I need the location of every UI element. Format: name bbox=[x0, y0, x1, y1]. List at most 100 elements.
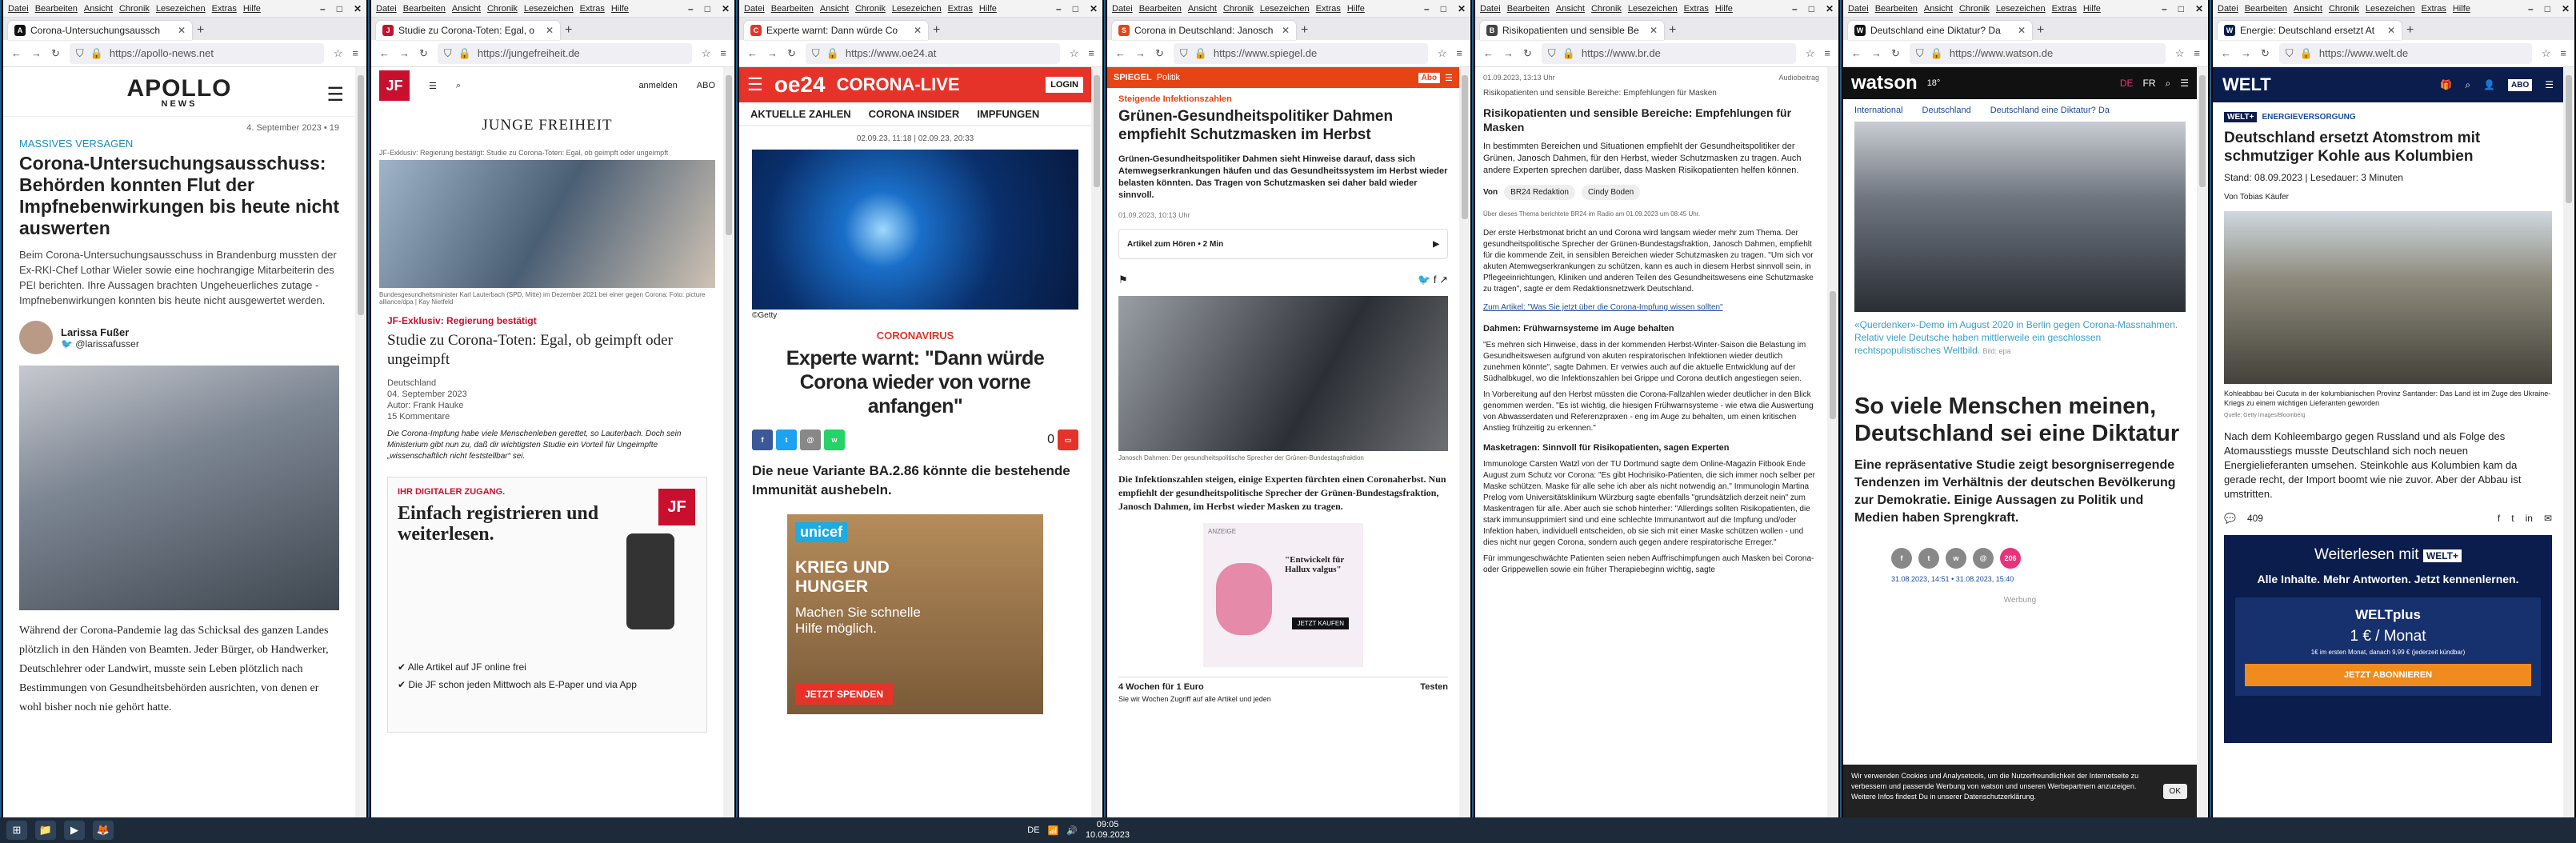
login-link[interactable]: anmelden bbox=[638, 81, 677, 90]
close-tab-icon[interactable]: ✕ bbox=[1282, 25, 1290, 36]
back-icon[interactable]: ← bbox=[747, 47, 758, 59]
minimize-icon[interactable]: – bbox=[2162, 3, 2167, 14]
scrollbar[interactable] bbox=[2563, 67, 2574, 817]
close-tab-icon[interactable]: ✕ bbox=[2018, 25, 2026, 36]
forward-icon[interactable]: → bbox=[399, 47, 410, 59]
breadcrumb-item[interactable]: Deutschland eine Diktatur? Da bbox=[1990, 106, 2110, 115]
abo-badge[interactable]: Abo bbox=[1418, 72, 1441, 83]
close-icon[interactable]: ✕ bbox=[2195, 3, 2203, 14]
comment-icon[interactable]: 💬 bbox=[2224, 513, 2236, 524]
new-tab-icon[interactable]: + bbox=[197, 21, 204, 40]
close-icon[interactable]: ✕ bbox=[1458, 3, 1466, 14]
article-author[interactable]: Von Tobias Käufer bbox=[2224, 193, 2552, 202]
ad-buy-button[interactable]: JETZT KAUFEN bbox=[1292, 617, 1349, 629]
nav-item[interactable]: CORONA INSIDER bbox=[869, 108, 960, 120]
scrollbar[interactable] bbox=[1827, 67, 1838, 817]
audio-player[interactable]: Artikel zum Hören • 2 Min ▶ bbox=[1118, 229, 1448, 259]
linkedin-icon[interactable]: in bbox=[2526, 513, 2533, 524]
menu-history[interactable]: Chronik bbox=[2329, 4, 2359, 14]
maximize-icon[interactable]: □ bbox=[2178, 3, 2184, 14]
unicef-ad[interactable]: unicef KRIEG UND HUNGER Machen Sie schne… bbox=[787, 514, 1043, 714]
menu-file[interactable]: Datei bbox=[8, 4, 29, 14]
close-tab-icon[interactable]: ✕ bbox=[1650, 25, 1658, 36]
user-icon[interactable]: 👤 bbox=[2483, 79, 2495, 90]
firefox-icon[interactable]: 🦊 bbox=[93, 821, 114, 840]
comment-count[interactable]: 409 bbox=[2247, 513, 2263, 524]
menu-file[interactable]: Datei bbox=[376, 4, 397, 14]
menu-bookmarks[interactable]: Lesezeichen bbox=[2366, 4, 2415, 14]
back-icon[interactable]: ← bbox=[379, 47, 390, 59]
site-logo[interactable]: SPIEGEL bbox=[1114, 73, 1152, 82]
forward-icon[interactable]: → bbox=[1503, 47, 1514, 59]
bookmark-icon[interactable]: ☆ bbox=[1438, 47, 1447, 60]
maximize-icon[interactable]: □ bbox=[705, 3, 710, 14]
site-logo[interactable]: oe24 bbox=[774, 72, 826, 98]
menu-edit[interactable]: Bearbeiten bbox=[2245, 4, 2287, 14]
menu-view[interactable]: Ansicht bbox=[1556, 4, 1585, 14]
menu-tools[interactable]: Extras bbox=[2052, 4, 2077, 14]
new-tab-icon[interactable]: + bbox=[2406, 21, 2414, 40]
browser-tab[interactable]: J Studie zu Corona-Toten: Egal, o ✕ bbox=[376, 21, 560, 40]
menu-tools[interactable]: Extras bbox=[1316, 4, 1341, 14]
reload-icon[interactable]: ↻ bbox=[2261, 47, 2270, 60]
share-icons[interactable]: 🐦 f ↗ bbox=[1418, 274, 1448, 286]
site-logo[interactable]: WELT bbox=[2222, 74, 2271, 95]
menu-icon[interactable]: ≡ bbox=[2560, 47, 2566, 59]
breadcrumb-item[interactable]: International bbox=[1854, 106, 1903, 115]
lang-de[interactable]: DE bbox=[2120, 78, 2134, 89]
author-chip[interactable]: BR24 Redaktion bbox=[1504, 185, 1575, 200]
address-bar[interactable]: ⛉ 🔒 https://apollo-news.net bbox=[69, 42, 324, 64]
bookmark-icon[interactable]: ☆ bbox=[1806, 47, 1815, 60]
search-icon[interactable]: ⌕ bbox=[456, 81, 461, 91]
volume-icon[interactable]: 🔊 bbox=[1066, 825, 1078, 836]
menu-history[interactable]: Chronik bbox=[1591, 4, 1622, 14]
facebook-icon[interactable]: f bbox=[2498, 513, 2500, 524]
hamburger-icon[interactable]: ☰ bbox=[1445, 73, 1453, 83]
menu-help[interactable]: Hilfe bbox=[1715, 4, 1733, 14]
menu-icon[interactable]: ≡ bbox=[352, 47, 358, 59]
browser-tab[interactable]: S Corona in Deutschland: Janosch ✕ bbox=[1112, 21, 1296, 40]
author-handle[interactable]: @larissafusser bbox=[75, 338, 139, 350]
new-tab-icon[interactable]: + bbox=[2037, 21, 2044, 40]
menu-history[interactable]: Chronik bbox=[1223, 4, 1254, 14]
comment-icon[interactable]: ▭ bbox=[1058, 429, 1078, 450]
menu-tools[interactable]: Extras bbox=[580, 4, 605, 14]
menu-view[interactable]: Ansicht bbox=[820, 4, 849, 14]
menu-file[interactable]: Datei bbox=[744, 4, 765, 14]
close-tab-icon[interactable]: ✕ bbox=[2387, 25, 2395, 36]
site-logo[interactable]: APOLLO bbox=[127, 75, 232, 102]
menu-view[interactable]: Ansicht bbox=[1188, 4, 1217, 14]
twitter-icon[interactable]: t bbox=[1918, 548, 1939, 569]
hamburger-icon[interactable]: ☰ bbox=[747, 74, 763, 95]
menu-tools[interactable]: Extras bbox=[2422, 4, 2446, 14]
menu-bookmarks[interactable]: Lesezeichen bbox=[156, 4, 206, 14]
menu-help[interactable]: Hilfe bbox=[243, 4, 261, 14]
menu-bookmarks[interactable]: Lesezeichen bbox=[1628, 4, 1678, 14]
comment-count[interactable]: 206 bbox=[2000, 548, 2021, 569]
file-explorer-icon[interactable]: 📁 bbox=[35, 821, 56, 840]
scrollbar[interactable] bbox=[2197, 67, 2208, 817]
minimize-icon[interactable]: – bbox=[2528, 3, 2534, 14]
address-bar[interactable]: ⛉ 🔒 https://www.spiegel.de bbox=[1173, 42, 1428, 64]
close-icon[interactable]: ✕ bbox=[2562, 3, 2570, 14]
menu-history[interactable]: Chronik bbox=[487, 4, 518, 14]
forward-icon[interactable]: → bbox=[1135, 47, 1146, 59]
clock[interactable]: 09:05 10.09.2023 bbox=[1086, 820, 1130, 841]
new-tab-icon[interactable]: + bbox=[933, 21, 940, 40]
bookmark-icon[interactable]: ☆ bbox=[334, 47, 343, 60]
whatsapp-icon[interactable]: w bbox=[1946, 548, 1966, 569]
minimize-icon[interactable]: – bbox=[320, 3, 326, 14]
menu-file[interactable]: Datei bbox=[1848, 4, 1869, 14]
address-bar[interactable]: ⛉ 🔒 https://www.watson.de bbox=[1909, 42, 2166, 64]
menu-bookmarks[interactable]: Lesezeichen bbox=[524, 4, 574, 14]
menu-icon[interactable]: ≡ bbox=[1456, 47, 1462, 59]
forward-icon[interactable]: → bbox=[31, 47, 42, 59]
minimize-icon[interactable]: – bbox=[688, 3, 694, 14]
bookmark-icon[interactable]: ⚑ bbox=[1118, 274, 1128, 286]
menu-file[interactable]: Datei bbox=[1480, 4, 1501, 14]
nav-item[interactable]: AKTUELLE ZAHLEN bbox=[750, 108, 851, 120]
address-bar[interactable]: ⛉ 🔒 https://www.br.de bbox=[1541, 42, 1796, 64]
forward-icon[interactable]: → bbox=[767, 47, 778, 59]
maximize-icon[interactable]: □ bbox=[1809, 3, 1814, 14]
menu-help[interactable]: Hilfe bbox=[2453, 4, 2470, 14]
